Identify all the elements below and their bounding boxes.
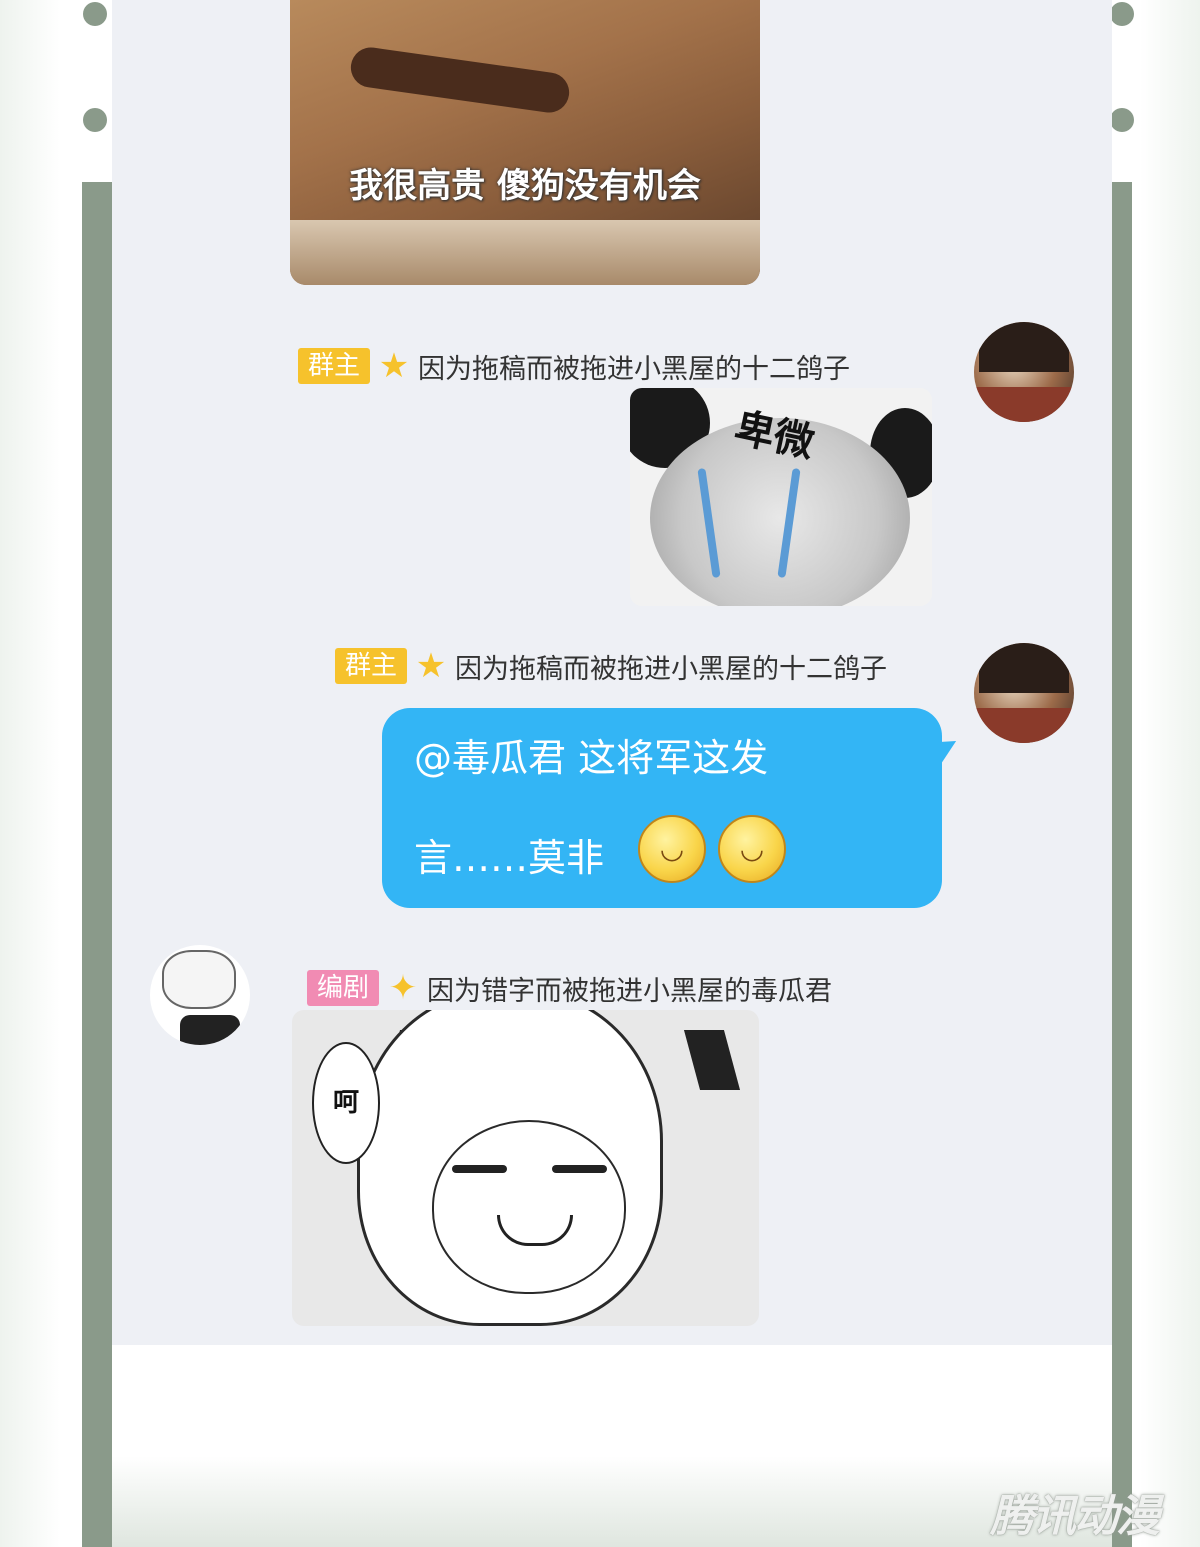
hair-ornament <box>683 1030 741 1090</box>
right-frame-rail <box>1112 182 1132 1547</box>
sender-row-owner-1: 群主 ★ 因为拖稿而被拖进小黑屋的十二鸽子 <box>298 346 850 386</box>
avatar-robe <box>974 708 1074 743</box>
star-icon: ✦ <box>388 968 418 1008</box>
left-frame-rail <box>82 182 112 1547</box>
dog-sticker-image[interactable]: 我很高贵 傻狗没有机会 <box>290 0 760 285</box>
message-text-line: @毒瓜君 这将军这发 <box>414 736 769 780</box>
speech-bubble: 呵 <box>312 1042 380 1164</box>
smirk-emoji-icon: ◡ <box>638 815 706 883</box>
sender-row-editor: 编剧 ✦ 因为错字而被拖进小黑屋的毒瓜君 <box>307 968 832 1008</box>
sender-name: 因为错字而被拖进小黑屋的毒瓜君 <box>427 975 833 1007</box>
frame-dot <box>83 2 107 26</box>
sender-row-owner-2: 群主 ★ 因为拖稿而被拖进小黑屋的十二鸽子 <box>335 646 887 686</box>
tencent-comic-watermark: 腾讯动漫 <box>990 1491 1160 1542</box>
owner-avatar[interactable] <box>974 643 1074 743</box>
avatar-coat <box>180 1015 240 1045</box>
dog-table <box>290 220 760 285</box>
anya-face <box>432 1120 626 1294</box>
owner-badge: 群主 <box>298 348 371 384</box>
panda-sticker-image[interactable]: 卑微 <box>630 388 932 606</box>
owner-avatar[interactable] <box>974 322 1074 422</box>
star-icon: ★ <box>415 646 447 686</box>
frame-dot <box>1110 108 1134 132</box>
sender-name: 因为拖稿而被拖进小黑屋的十二鸽子 <box>455 653 888 685</box>
avatar-hair <box>162 950 236 1009</box>
anya-eye <box>452 1165 507 1173</box>
anya-eye <box>552 1165 607 1173</box>
dog-collar <box>348 44 572 116</box>
editor-badge: 编剧 <box>307 970 380 1006</box>
smirk-emoji-icon: ◡ <box>718 815 786 883</box>
frame-dot <box>83 108 107 132</box>
message-text-line: 言……莫非 <box>414 836 605 880</box>
avatar-hair <box>979 643 1069 693</box>
frame-dot <box>1110 2 1134 26</box>
chat-bottom-area <box>112 1345 1112 1547</box>
avatar-hair <box>979 322 1069 372</box>
owner-badge: 群主 <box>335 648 408 684</box>
avatar-robe <box>974 387 1074 422</box>
sender-name: 因为拖稿而被拖进小黑屋的十二鸽子 <box>418 353 851 385</box>
dog-sticker-caption: 我很高贵 傻狗没有机会 <box>349 166 701 206</box>
star-icon: ★ <box>378 346 410 386</box>
editor-avatar[interactable] <box>150 945 250 1045</box>
anya-sticker-image[interactable]: 呵 <box>292 1010 759 1326</box>
